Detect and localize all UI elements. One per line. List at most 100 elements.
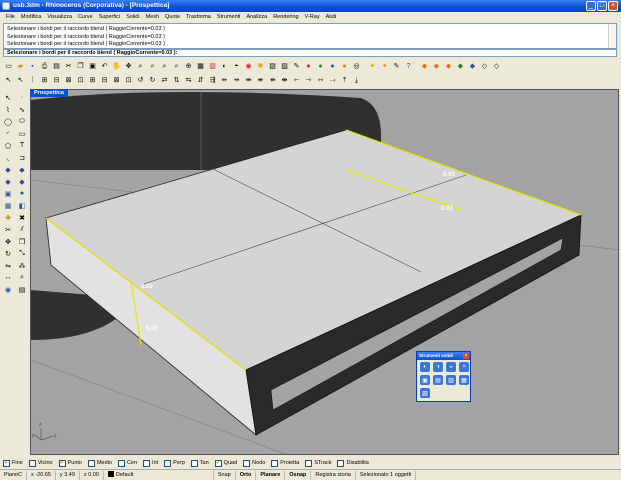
select-hatches-icon[interactable]: ⊡ (123, 75, 134, 86)
boolean-tool-icon[interactable]: ◧ (16, 200, 28, 211)
osnap-proietta[interactable]: Proietta (271, 459, 299, 467)
planare-toggle[interactable]: Planare (256, 470, 286, 480)
maximize-button[interactable]: □ (597, 1, 607, 11)
select-bad-objects-icon[interactable]: ⇶ (207, 75, 218, 86)
save-icon[interactable]: ▪ (27, 61, 38, 72)
osnap-disabilita[interactable]: Disabilita (337, 459, 369, 467)
rectangle-tool-icon[interactable]: ▭ (16, 128, 28, 139)
properties-icon[interactable]: ▨ (279, 61, 290, 72)
revolve-tool-icon[interactable]: ◆ (16, 176, 28, 187)
open-file-icon[interactable]: ▰ (15, 61, 26, 72)
vray-options-icon[interactable]: ✦ (367, 61, 378, 72)
extrude-tool-icon[interactable]: ◆ (16, 164, 28, 175)
boolean-union-icon[interactable]: ▦ (459, 375, 469, 385)
checkbox-icon[interactable] (271, 459, 279, 467)
vray-sun-icon[interactable]: ◆ (443, 61, 454, 72)
close-button[interactable]: × (608, 1, 618, 11)
paste-icon[interactable]: ▣ (87, 61, 98, 72)
chamfer-edge-icon[interactable]: ◑ (433, 362, 443, 372)
options-icon[interactable]: ✎ (291, 61, 302, 72)
curve-tool-icon[interactable]: ∿ (16, 104, 28, 115)
select-meshes-icon[interactable]: ⊠ (63, 75, 74, 86)
select-window-icon[interactable]: ⤒ (339, 75, 350, 86)
checkbox-icon[interactable] (87, 459, 95, 467)
vray-material-icon[interactable]: ◆ (419, 61, 430, 72)
orto-toggle[interactable]: Orto (236, 470, 257, 480)
select-previous-icon[interactable]: ↻ (147, 75, 158, 86)
osnap-int[interactable]: Int (143, 459, 158, 467)
trim-tool-icon[interactable]: ✂ (2, 224, 14, 235)
explode-tool-icon[interactable]: ✖ (16, 212, 28, 223)
material-icon[interactable]: ● (315, 61, 326, 72)
cplane-indicator[interactable]: PianoC (0, 470, 28, 480)
analyze-tool-icon[interactable]: ⌕ (16, 272, 28, 283)
mirror-tool-icon[interactable]: ⇋ (2, 260, 14, 271)
vray-dome-icon[interactable]: ◆ (455, 61, 466, 72)
osnap-strack[interactable]: STrack (305, 459, 331, 467)
select-dimensions-icon[interactable]: ⊠ (111, 75, 122, 86)
viewport-layout-icon[interactable]: ▥ (207, 61, 218, 72)
viewport-title[interactable]: Prospettica (30, 89, 68, 97)
select-locked-icon[interactable]: ⇼ (279, 75, 290, 86)
offset-curve-icon[interactable]: ⊐ (16, 152, 28, 163)
command-line[interactable]: Selezionare i bordi per il raccordo blen… (3, 49, 617, 57)
zoom-extents-icon[interactable]: ⌕ (159, 61, 170, 72)
menu-item-file[interactable]: File (3, 14, 18, 20)
zoom-selected-icon[interactable]: ⌕ (171, 61, 182, 72)
osnap-fine[interactable]: ✓ Fine (3, 459, 23, 467)
osnap-nodo[interactable]: Nodo (243, 459, 265, 467)
checkbox-icon[interactable] (117, 459, 125, 467)
select-duplicates-icon[interactable]: ⇵ (195, 75, 206, 86)
osnap-vicino[interactable]: Vicino (28, 459, 53, 467)
vray-help-icon[interactable]: ? (403, 61, 414, 72)
vray-camera-icon[interactable]: ◇ (491, 61, 502, 72)
boolean-difference-icon[interactable]: ▧ (420, 388, 430, 398)
select-last-icon[interactable]: ↺ (135, 75, 146, 86)
osnap-perp[interactable]: Perp (164, 459, 185, 467)
menu-item-analizza[interactable]: Analizza (243, 14, 270, 20)
osnap-quad[interactable]: ✓ Quad (214, 459, 237, 467)
point-tool-icon[interactable]: · (16, 92, 28, 103)
polygon-tool-icon[interactable]: ⬠ (2, 140, 14, 151)
select-named-icon[interactable]: ⤑ (327, 75, 338, 86)
select-dots-icon[interactable]: ⇾ (303, 75, 314, 86)
select-tool-icon[interactable]: ↖ (2, 92, 14, 103)
zoom-window-icon[interactable]: ⌕ (147, 61, 158, 72)
select-polysurfaces-icon[interactable]: ⊟ (51, 75, 62, 86)
light-icon[interactable]: ✺ (255, 61, 266, 72)
layout-tool-icon[interactable]: ▤ (16, 284, 28, 295)
checkbox-icon[interactable]: ✓ (58, 459, 66, 467)
blend-edge-icon[interactable]: ◒ (446, 362, 456, 372)
extract-surface-icon[interactable]: ◓ (459, 362, 469, 372)
arc-tool-icon[interactable]: ◜ (2, 128, 14, 139)
checkbox-icon[interactable]: ✓ (3, 459, 10, 467)
fillet-curve-icon[interactable]: ◟ (2, 152, 14, 163)
render-preview-icon[interactable]: ◓ (231, 61, 242, 72)
select-curves-icon[interactable]: ↖ (15, 75, 26, 86)
checkbox-icon[interactable] (243, 459, 251, 467)
select-by-layer-icon[interactable]: ⇅ (171, 75, 182, 86)
menu-item-modifica[interactable]: Modifica (18, 14, 44, 20)
grid-icon[interactable]: ▦ (195, 61, 206, 72)
new-file-icon[interactable]: ▭ (3, 61, 14, 72)
menu-item-aiuti[interactable]: Aiuti (323, 14, 340, 20)
select-lights-icon[interactable]: ⊡ (75, 75, 86, 86)
osnap-toggle[interactable]: Osnap (285, 470, 312, 480)
history-scrollbar[interactable] (608, 24, 616, 48)
vray-frame-buffer-icon[interactable]: ✎ (391, 61, 402, 72)
select-small-icon[interactable]: ⇹ (243, 75, 254, 86)
mesh-tool-icon[interactable]: ▦ (2, 200, 14, 211)
select-all-icon[interactable]: ↖ (3, 75, 14, 86)
menu-item-visualizza[interactable]: Visualizza (44, 14, 75, 20)
ground-plane-icon[interactable]: ◎ (351, 61, 362, 72)
circle-tool-icon[interactable]: ◯ (2, 116, 14, 127)
polyline-tool-icon[interactable]: ⌇ (2, 104, 14, 115)
move-tool-icon[interactable]: ✥ (2, 236, 14, 247)
checkbox-icon[interactable] (190, 459, 198, 467)
menu-item-mesh[interactable]: Mesh (143, 14, 162, 20)
vray-tag-icon[interactable]: ◇ (479, 61, 490, 72)
checkbox-icon[interactable] (28, 459, 36, 467)
menu-item-trasforma[interactable]: Trasforma (183, 14, 214, 20)
checkbox-icon[interactable] (143, 459, 151, 467)
box-tool-icon[interactable]: ▣ (2, 188, 14, 199)
